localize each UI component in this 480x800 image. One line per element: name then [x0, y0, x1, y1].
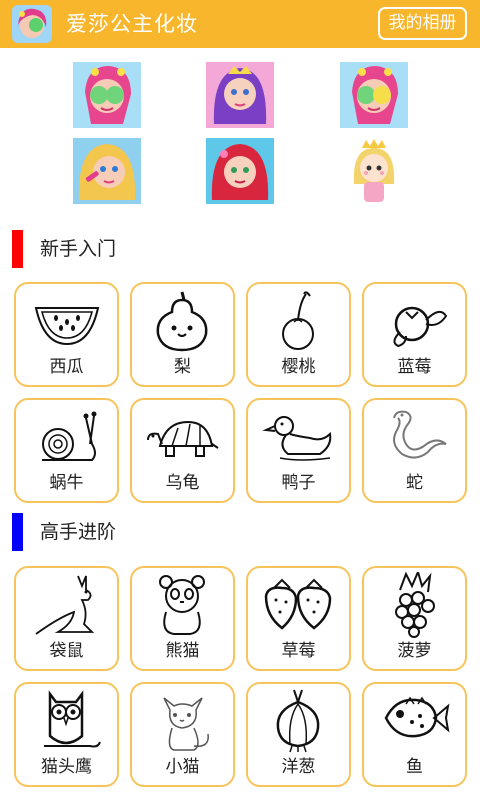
card-label: 洋葱: [281, 757, 316, 777]
thumbnail-princess-red[interactable]: [206, 138, 274, 204]
pineapple-icon: [395, 572, 435, 638]
card-pear[interactable]: 梨: [130, 282, 235, 387]
thumbnail-princess-cartoon[interactable]: [340, 138, 408, 204]
card-kangaroo[interactable]: 袋鼠: [14, 566, 119, 671]
card-onion[interactable]: 洋葱: [246, 682, 351, 787]
thumbnail-princess-purple[interactable]: [206, 62, 274, 128]
card-label: 樱桃: [281, 357, 316, 377]
fish-icon: [384, 696, 450, 738]
onion-icon: [276, 689, 320, 753]
thumbnail-princess-makeup[interactable]: [73, 138, 141, 204]
card-pineapple[interactable]: 菠萝: [362, 566, 467, 671]
card-kitten[interactable]: 小猫: [130, 682, 235, 787]
card-watermelon[interactable]: 西瓜: [14, 282, 119, 387]
card-cherry[interactable]: 樱桃: [246, 282, 351, 387]
kangaroo-icon: [35, 575, 95, 635]
card-duck[interactable]: 鸭子: [246, 398, 351, 503]
my-album-button[interactable]: 我的相册: [378, 7, 467, 40]
card-label: 草莓: [281, 641, 316, 661]
kitten-icon: [163, 697, 209, 751]
card-label: 熊猫: [165, 641, 200, 661]
thumbnail-princess-mask-1[interactable]: [73, 62, 141, 128]
card-label: 西瓜: [49, 357, 84, 377]
turtle-icon: [147, 420, 219, 457]
card-label: 袋鼠: [49, 641, 84, 661]
card-label: 菠萝: [397, 641, 432, 661]
section-title: 新手入门: [40, 238, 117, 260]
app-title: 爱莎公主化妆: [66, 12, 198, 36]
snake-icon: [393, 410, 447, 459]
section-header-beginner: 新手入门: [12, 230, 472, 270]
blueberry-icon: [393, 306, 448, 348]
card-label: 蓝莓: [397, 357, 432, 377]
card-fish[interactable]: 鱼: [362, 682, 467, 787]
pear-icon: [156, 291, 208, 352]
watermelon-icon: [34, 307, 100, 346]
cherry-icon: [282, 291, 314, 350]
section-header-advanced: 高手进阶: [12, 513, 472, 553]
snail-icon: [42, 411, 97, 461]
card-label: 小猫: [165, 757, 200, 777]
card-label: 梨: [174, 357, 191, 377]
card-panda[interactable]: 熊猫: [130, 566, 235, 671]
card-blueberry[interactable]: 蓝莓: [362, 282, 467, 387]
card-label: 蛇: [406, 473, 423, 493]
card-turtle[interactable]: 乌龟: [130, 398, 235, 503]
card-label: 猫头鹰: [41, 757, 92, 777]
card-label: 鱼: [406, 757, 423, 777]
section-title: 高手进阶: [40, 521, 117, 543]
section-marker: [12, 230, 23, 268]
strawberry-icon: [264, 578, 332, 630]
card-snail[interactable]: 蜗牛: [14, 398, 119, 503]
app-icon: [12, 5, 52, 43]
card-strawberry[interactable]: 草莓: [246, 566, 351, 671]
owl-icon: [44, 690, 101, 748]
card-owl[interactable]: 猫头鹰: [14, 682, 119, 787]
card-label: 鸭子: [281, 473, 316, 493]
thumbnail-princess-mask-2[interactable]: [340, 62, 408, 128]
card-label: 蜗牛: [49, 473, 84, 493]
duck-icon: [262, 416, 332, 461]
card-snake[interactable]: 蛇: [362, 398, 467, 503]
section-marker: [12, 513, 23, 551]
app-header: 爱莎公主化妆 我的相册: [0, 0, 480, 48]
card-label: 乌龟: [165, 473, 200, 493]
panda-icon: [159, 575, 205, 635]
